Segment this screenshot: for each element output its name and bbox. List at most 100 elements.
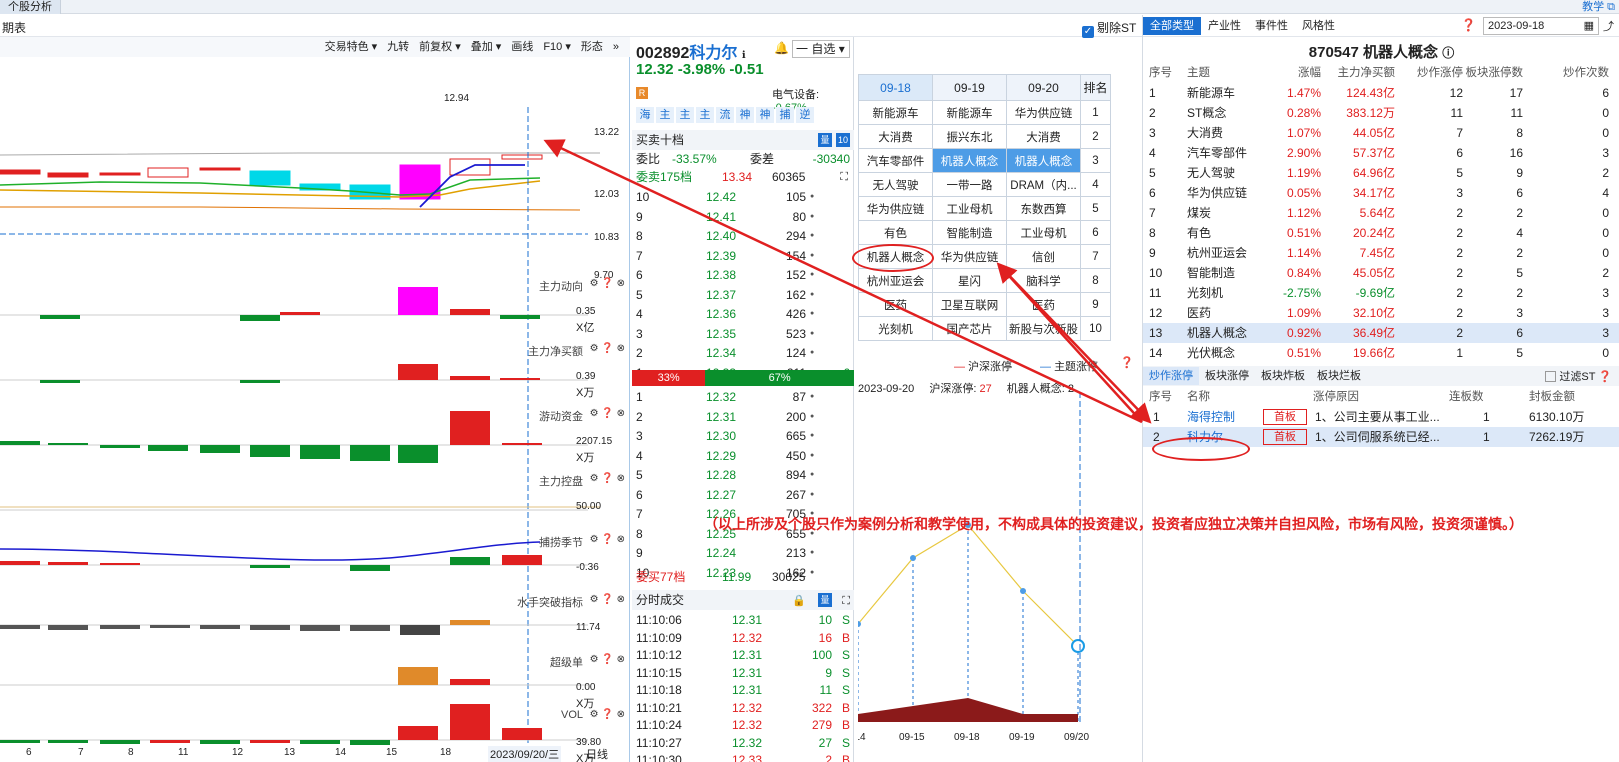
theme-row-7[interactable]: 8 有色 0.51% 20.24亿 2 4 0	[1143, 223, 1619, 243]
rotation-header-2[interactable]: 09-20	[1006, 74, 1081, 101]
rotation-cell[interactable]: 华为供应链	[932, 244, 1007, 269]
indicator-controls-5[interactable]: ⚙ ❓ ⊗	[590, 594, 625, 605]
theme-type-tab-2[interactable]: 事件性	[1248, 17, 1295, 35]
tick-expand-icon[interactable]: ⛶	[842, 591, 850, 611]
rotation-cell[interactable]: DRAM（内...	[1006, 172, 1081, 197]
indicator-controls-2[interactable]: ⚙ ❓ ⊗	[590, 408, 625, 419]
rotation-cell[interactable]: 一带一路	[932, 172, 1007, 197]
rotation-cell[interactable]: 国产芯片	[932, 316, 1007, 341]
limit-up-tab-3[interactable]: 板块烂板	[1311, 367, 1367, 385]
rotation-cell[interactable]: 机器人概念	[1006, 148, 1081, 173]
help-link[interactable]: 教学 ⧉	[1582, 0, 1615, 14]
signal-tag-1[interactable]: 主	[656, 107, 674, 123]
exclude-st-checkbox[interactable]: ✓ 剔除ST	[1082, 19, 1136, 38]
signal-tag-2[interactable]: 主	[676, 107, 694, 123]
hs-point-4[interactable]	[1071, 639, 1085, 653]
help-icon[interactable]: ❓	[1461, 18, 1476, 32]
bell-icon[interactable]: 🔔	[774, 41, 789, 55]
rotation-cell[interactable]: 振兴东北	[932, 124, 1007, 149]
rotation-cell[interactable]: 无人驾驶	[858, 172, 933, 197]
hs-point-1[interactable]	[910, 555, 916, 561]
kline-chart[interactable]	[0, 37, 630, 762]
limit-up-reason[interactable]: 1、公司伺服系统已经...	[1315, 427, 1440, 447]
watchlist-button[interactable]: 一 自选 ▾	[792, 40, 850, 58]
rotation-cell[interactable]: 智能制造	[932, 220, 1007, 245]
limit-up-chart[interactable]: 09-14 09-15 09-18 09-19 09/20	[858, 392, 1138, 762]
indicator-controls-7[interactable]: ⚙ ❓ ⊗	[590, 709, 625, 720]
indicator-controls-6[interactable]: ⚙ ❓ ⊗	[590, 654, 625, 665]
export-icon[interactable]: ⤴	[1603, 18, 1614, 34]
stock-name[interactable]: 科力尔	[689, 45, 737, 62]
limit-up-reason[interactable]: 1、公司主要从事工业...	[1315, 407, 1440, 427]
info-icon[interactable]: ℹ	[742, 50, 746, 61]
rotation-cell[interactable]: 东数西算	[1006, 196, 1081, 221]
expand-icon[interactable]: ⛶	[840, 168, 848, 186]
rotation-cell[interactable]: 光刻机	[858, 316, 933, 341]
theme-type-tab-3[interactable]: 风格性	[1295, 17, 1342, 35]
theme-row-8[interactable]: 9 杭州亚运会 1.14% 7.45亿 2 2 0	[1143, 243, 1619, 263]
x-axis-period[interactable]: 日线	[586, 746, 608, 762]
rotation-cell[interactable]: 工业母机	[1006, 220, 1081, 245]
rotation-header-1[interactable]: 09-19	[932, 74, 1007, 101]
rotation-cell[interactable]: 医药	[858, 292, 933, 317]
limit-up-stock-name[interactable]: 海得控制	[1187, 407, 1235, 427]
rotation-cell[interactable]: 星闪	[932, 268, 1007, 293]
theme-row-4[interactable]: 5 无人驾驶 1.19% 64.96亿 5 9 2	[1143, 163, 1619, 183]
theme-row-6[interactable]: 7 煤炭 1.12% 5.64亿 2 2 0	[1143, 203, 1619, 223]
signal-tag-5[interactable]: 神	[736, 107, 754, 123]
theme-type-tab-0[interactable]: 全部类型	[1143, 17, 1201, 35]
theme-row-13[interactable]: 14 光伏概念 0.51% 19.66亿 1 5 0	[1143, 343, 1619, 363]
indicator-controls-3[interactable]: ⚙ ❓ ⊗	[590, 473, 625, 484]
rotation-cell[interactable]: 大消费	[858, 124, 933, 149]
tick-volume-icon[interactable]: 量	[818, 593, 832, 607]
limit-up-tab-2[interactable]: 板块炸板	[1255, 367, 1311, 385]
theme-row-12[interactable]: 13 机器人概念 0.92% 36.49亿 2 6 3	[1143, 323, 1619, 343]
rotation-cell[interactable]: 卫星互联网	[932, 292, 1007, 317]
help-icon[interactable]: ❓	[1598, 371, 1612, 383]
theme-type-tab-1[interactable]: 产业性	[1201, 17, 1248, 35]
rotation-cell[interactable]: 汽车零部件	[858, 148, 933, 173]
indicator-controls-1[interactable]: ⚙ ❓ ⊗	[590, 343, 625, 354]
rotation-header-0[interactable]: 09-18	[858, 74, 933, 101]
tab-stock-analysis[interactable]: 个股分析	[0, 0, 61, 14]
theme-row-11[interactable]: 12 医药 1.09% 32.10亿 2 3 3	[1143, 303, 1619, 323]
ten-level-icon[interactable]: 10	[836, 133, 850, 147]
limit-up-tab-0[interactable]: 炒作涨停	[1143, 367, 1199, 385]
theme-row-5[interactable]: 6 华为供应链 0.05% 34.17亿 3 6 4	[1143, 183, 1619, 203]
limit-up-row-0[interactable]: 1 海得控制 首板 1、公司主要从事工业... 1 6130.10万	[1143, 407, 1619, 427]
rotation-cell[interactable]: 新股与次新股	[1006, 316, 1081, 341]
rotation-cell[interactable]: 新能源车	[932, 100, 1007, 125]
signal-tag-6[interactable]: 神	[756, 107, 774, 123]
rotation-cell[interactable]: 大消费	[1006, 124, 1081, 149]
lock-icon[interactable]: 🔒	[792, 591, 806, 611]
signal-tag-3[interactable]: 主	[696, 107, 714, 123]
rotation-cell[interactable]: 华为供应链	[858, 196, 933, 221]
filter-st-checkbox[interactable]: 过滤ST ❓	[1545, 368, 1612, 384]
theme-row-10[interactable]: 11 光刻机 -2.75% -9.69亿 2 2 3	[1143, 283, 1619, 303]
rotation-cell[interactable]: 杭州亚运会	[858, 268, 933, 293]
date-picker[interactable]: 2023-09-18 ▦	[1483, 17, 1599, 35]
volume-toggle-icon[interactable]: 量	[818, 133, 832, 147]
hs-point-3[interactable]	[1020, 588, 1026, 594]
signal-tag-7[interactable]: 捕	[776, 107, 794, 123]
limit-up-tab-1[interactable]: 板块涨停	[1199, 367, 1255, 385]
rotation-cell[interactable]: 医药	[1006, 292, 1081, 317]
rotation-cell[interactable]: 机器人概念	[932, 148, 1007, 173]
rotation-cell[interactable]: 有色	[858, 220, 933, 245]
rotation-cell[interactable]: 信创	[1006, 244, 1081, 269]
signal-tag-4[interactable]: 流	[716, 107, 734, 123]
theme-row-2[interactable]: 3 大消费 1.07% 44.05亿 7 8 0	[1143, 123, 1619, 143]
theme-row-9[interactable]: 10 智能制造 0.84% 45.05亿 2 5 2	[1143, 263, 1619, 283]
rotation-cell[interactable]: 脑科学	[1006, 268, 1081, 293]
rotation-header-3[interactable]: 排名	[1080, 74, 1111, 101]
help-icon[interactable]: ❓	[1120, 356, 1134, 369]
signal-tag-8[interactable]: 逆	[796, 107, 814, 123]
info-icon[interactable]: ⓘ	[1442, 46, 1454, 60]
indicator-controls-4[interactable]: ⚙ ❓ ⊗	[590, 534, 625, 545]
hs-point-0[interactable]	[858, 621, 861, 627]
theme-row-3[interactable]: 4 汽车零部件 2.90% 57.37亿 6 16 3	[1143, 143, 1619, 163]
signal-tag-0[interactable]: 海	[636, 107, 654, 123]
indicator-controls-0[interactable]: ⚙ ❓ ⊗	[590, 278, 625, 289]
rotation-cell[interactable]: 新能源车	[858, 100, 933, 125]
theme-row-0[interactable]: 1 新能源车 1.47% 124.43亿 12 17 6	[1143, 83, 1619, 103]
